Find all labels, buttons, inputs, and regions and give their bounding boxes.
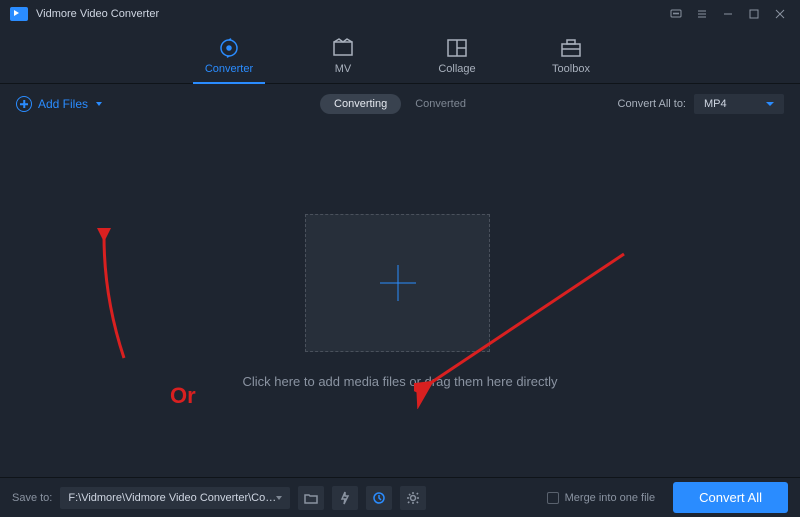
convert-all-button[interactable]: Convert All — [673, 482, 788, 513]
chevron-down-icon — [766, 102, 774, 106]
toolbox-icon — [560, 37, 582, 59]
main-area: Click here to add media files or drag th… — [0, 124, 800, 477]
menu-icon[interactable] — [692, 4, 712, 24]
close-icon[interactable] — [770, 4, 790, 24]
save-path-value: F:\Vidmore\Vidmore Video Converter\Conve… — [68, 492, 276, 504]
checkbox-icon — [547, 492, 559, 504]
save-to-label: Save to: — [12, 492, 52, 504]
merge-label: Merge into one file — [565, 492, 656, 504]
annotation-or: Or — [170, 383, 196, 409]
mv-icon — [332, 37, 354, 59]
chevron-down-icon — [276, 496, 282, 500]
tab-converter[interactable]: Converter — [193, 28, 265, 83]
merge-checkbox[interactable]: Merge into one file — [547, 492, 656, 504]
hardware-accel-button[interactable] — [332, 486, 358, 510]
open-folder-button[interactable] — [298, 486, 324, 510]
dropzone-hint: Click here to add media files or drag th… — [0, 374, 800, 389]
tab-collage[interactable]: Collage — [421, 28, 493, 83]
segment-converting[interactable]: Converting — [320, 94, 401, 114]
chevron-down-icon — [96, 102, 102, 106]
annotation-arrow-icon — [414, 249, 634, 409]
title-bar: Vidmore Video Converter — [0, 0, 800, 28]
tab-mv[interactable]: MV — [307, 28, 379, 83]
footer-bar: Save to: F:\Vidmore\Vidmore Video Conver… — [0, 477, 800, 517]
high-speed-button[interactable] — [366, 486, 392, 510]
maximize-icon[interactable] — [744, 4, 764, 24]
convert-all-label: Convert All to: — [618, 98, 686, 110]
convert-all-format: Convert All to: MP4 — [618, 94, 784, 114]
plus-circle-icon — [16, 96, 32, 112]
settings-button[interactable] — [400, 486, 426, 510]
app-logo-icon — [10, 7, 28, 21]
minimize-icon[interactable] — [718, 4, 738, 24]
main-nav: Converter MV Collage Toolbox — [0, 28, 800, 84]
annotation-arrow-icon — [96, 228, 136, 368]
tab-toolbox[interactable]: Toolbox — [535, 28, 607, 83]
segment-converted[interactable]: Converted — [401, 94, 480, 114]
feedback-icon[interactable] — [666, 4, 686, 24]
tab-label: Collage — [438, 63, 475, 75]
collage-icon — [446, 37, 468, 59]
tab-label: MV — [335, 63, 352, 75]
add-files-button[interactable]: Add Files — [16, 96, 102, 112]
tab-label: Toolbox — [552, 63, 590, 75]
save-path-select[interactable]: F:\Vidmore\Vidmore Video Converter\Conve… — [60, 487, 290, 509]
format-select[interactable]: MP4 — [694, 94, 784, 114]
status-segment: Converting Converted — [320, 94, 480, 114]
converter-icon — [218, 37, 240, 59]
sub-toolbar: Add Files Converting Converted Convert A… — [0, 84, 800, 124]
add-files-label: Add Files — [38, 97, 88, 111]
tab-label: Converter — [205, 63, 253, 75]
plus-icon — [380, 265, 416, 301]
format-value: MP4 — [704, 98, 727, 110]
app-title: Vidmore Video Converter — [36, 8, 159, 20]
